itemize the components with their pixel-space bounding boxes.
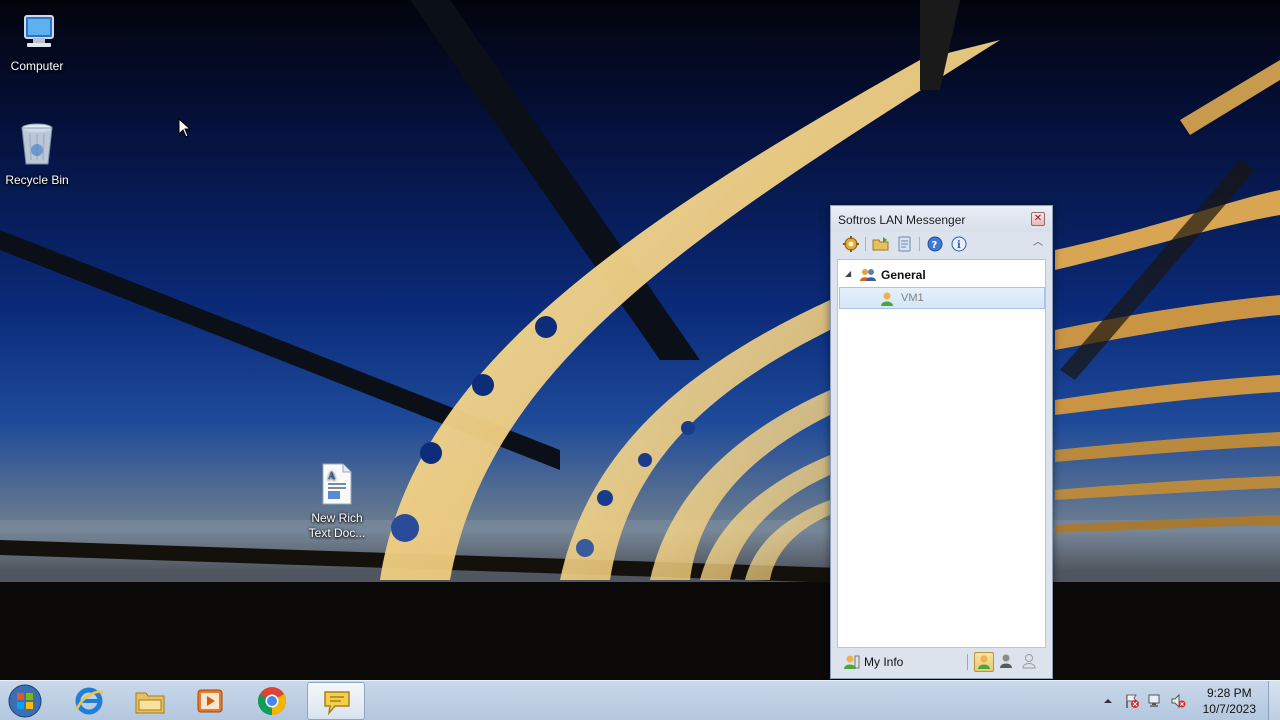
status-busy-button[interactable]	[997, 652, 1017, 672]
user-offline-icon	[1022, 654, 1036, 669]
clock-time: 9:28 PM	[1206, 686, 1252, 700]
messenger-footer: My Info	[837, 650, 1046, 674]
svg-text:A: A	[327, 471, 336, 482]
footer-separator	[967, 654, 968, 670]
mouse-cursor-icon	[178, 117, 192, 141]
settings-icon	[843, 236, 859, 252]
help-icon: ?	[927, 236, 943, 252]
taskbar: 9:28 PM 10/7/2023	[0, 680, 1280, 720]
show-desktop-button[interactable]	[1268, 681, 1280, 720]
open-folder-icon	[872, 237, 889, 251]
internet-explorer-icon	[75, 687, 104, 715]
taskbar-windows-explorer[interactable]	[121, 682, 179, 720]
close-button[interactable]: ✕	[1031, 212, 1045, 226]
windows-explorer-icon	[135, 692, 165, 714]
volume-muted-icon	[1171, 693, 1186, 709]
desktop-icon-label: New Rich Text Doc...	[300, 511, 374, 541]
expand-arrow-icon[interactable]: ◢	[845, 269, 851, 278]
contact-row[interactable]: VM1	[839, 287, 1045, 309]
rich-text-document-icon: A	[300, 462, 374, 509]
desktop-wallpaper	[0, 0, 1280, 680]
group-users-icon	[859, 267, 877, 286]
start-button[interactable]	[5, 683, 45, 719]
desktop-icon-label: Recycle Bin	[5, 173, 69, 187]
desktop-icon-label-line2: Text Doc...	[308, 526, 366, 540]
desktop-icon-new-rich-text-document[interactable]: A New Rich Text Doc...	[300, 462, 374, 541]
recycle-bin-icon	[0, 120, 74, 171]
system-tray: 9:28 PM 10/7/2023	[1090, 681, 1280, 720]
volume-tray-icon[interactable]	[1170, 693, 1186, 709]
start-icon	[8, 684, 42, 718]
chrome-icon	[258, 687, 286, 715]
user-available-icon	[880, 291, 894, 310]
action-center-tray-icon[interactable]	[1124, 693, 1140, 709]
window-title: Softros LAN Messenger	[838, 213, 966, 227]
contact-name: VM1	[901, 292, 924, 304]
svg-text:?: ?	[932, 240, 938, 251]
taskbar-chrome[interactable]	[243, 682, 301, 720]
toolbar-separator	[919, 237, 920, 251]
close-icon: ✕	[1033, 213, 1043, 224]
history-icon	[898, 236, 911, 252]
contact-list[interactable]: ◢ General VM1	[837, 259, 1046, 648]
show-hidden-icons-button[interactable]	[1100, 693, 1116, 709]
history-button[interactable]	[896, 235, 914, 253]
status-available-button[interactable]	[974, 652, 994, 672]
info-icon: i	[951, 236, 967, 252]
softros-messenger-icon	[324, 691, 350, 716]
my-info-icon	[844, 654, 860, 673]
network-icon	[1148, 694, 1160, 707]
clock-date: 10/7/2023	[1202, 702, 1256, 716]
desktop-icon-label-line1: New Rich	[311, 511, 363, 525]
taskbar-softros-messenger[interactable]	[307, 682, 365, 720]
flag-warning-icon	[1126, 694, 1139, 708]
collapse-icon: ︿	[1033, 237, 1043, 248]
group-row-general[interactable]: ◢ General	[838, 264, 1045, 286]
taskbar-media-player[interactable]	[181, 682, 239, 720]
my-info-label: My Info	[864, 655, 904, 669]
clock[interactable]: 9:28 PM 10/7/2023	[1203, 685, 1256, 717]
help-button[interactable]: ?	[926, 235, 944, 253]
svg-text:i: i	[957, 240, 961, 251]
window-titlebar[interactable]: Softros LAN Messenger ✕	[831, 206, 1052, 232]
desktop-icon-computer[interactable]: Computer	[0, 10, 74, 74]
user-busy-icon	[1000, 654, 1012, 668]
toolbar-separator	[865, 237, 866, 251]
collapse-button[interactable]: ︿	[1032, 237, 1044, 249]
chevron-up-icon	[1104, 699, 1112, 703]
media-player-icon	[197, 689, 223, 713]
user-available-icon	[978, 655, 990, 669]
desktop-icon-label: Computer	[10, 59, 64, 73]
taskbar-internet-explorer[interactable]	[60, 682, 118, 720]
status-offline-button[interactable]	[1020, 652, 1040, 672]
desktop-icon-recycle-bin[interactable]: Recycle Bin	[0, 120, 74, 188]
info-button[interactable]: i	[950, 235, 968, 253]
network-tray-icon[interactable]	[1147, 693, 1163, 709]
computer-icon	[0, 10, 74, 57]
messenger-toolbar: ? i ︿	[835, 232, 1048, 256]
settings-button[interactable]	[842, 235, 860, 253]
group-name: General	[881, 268, 926, 282]
softros-messenger-window[interactable]: Softros LAN Messenger ✕ ? i ︿ ◢ General …	[830, 205, 1053, 679]
my-info-button[interactable]: My Info	[837, 650, 957, 674]
open-folder-button[interactable]	[872, 235, 890, 253]
